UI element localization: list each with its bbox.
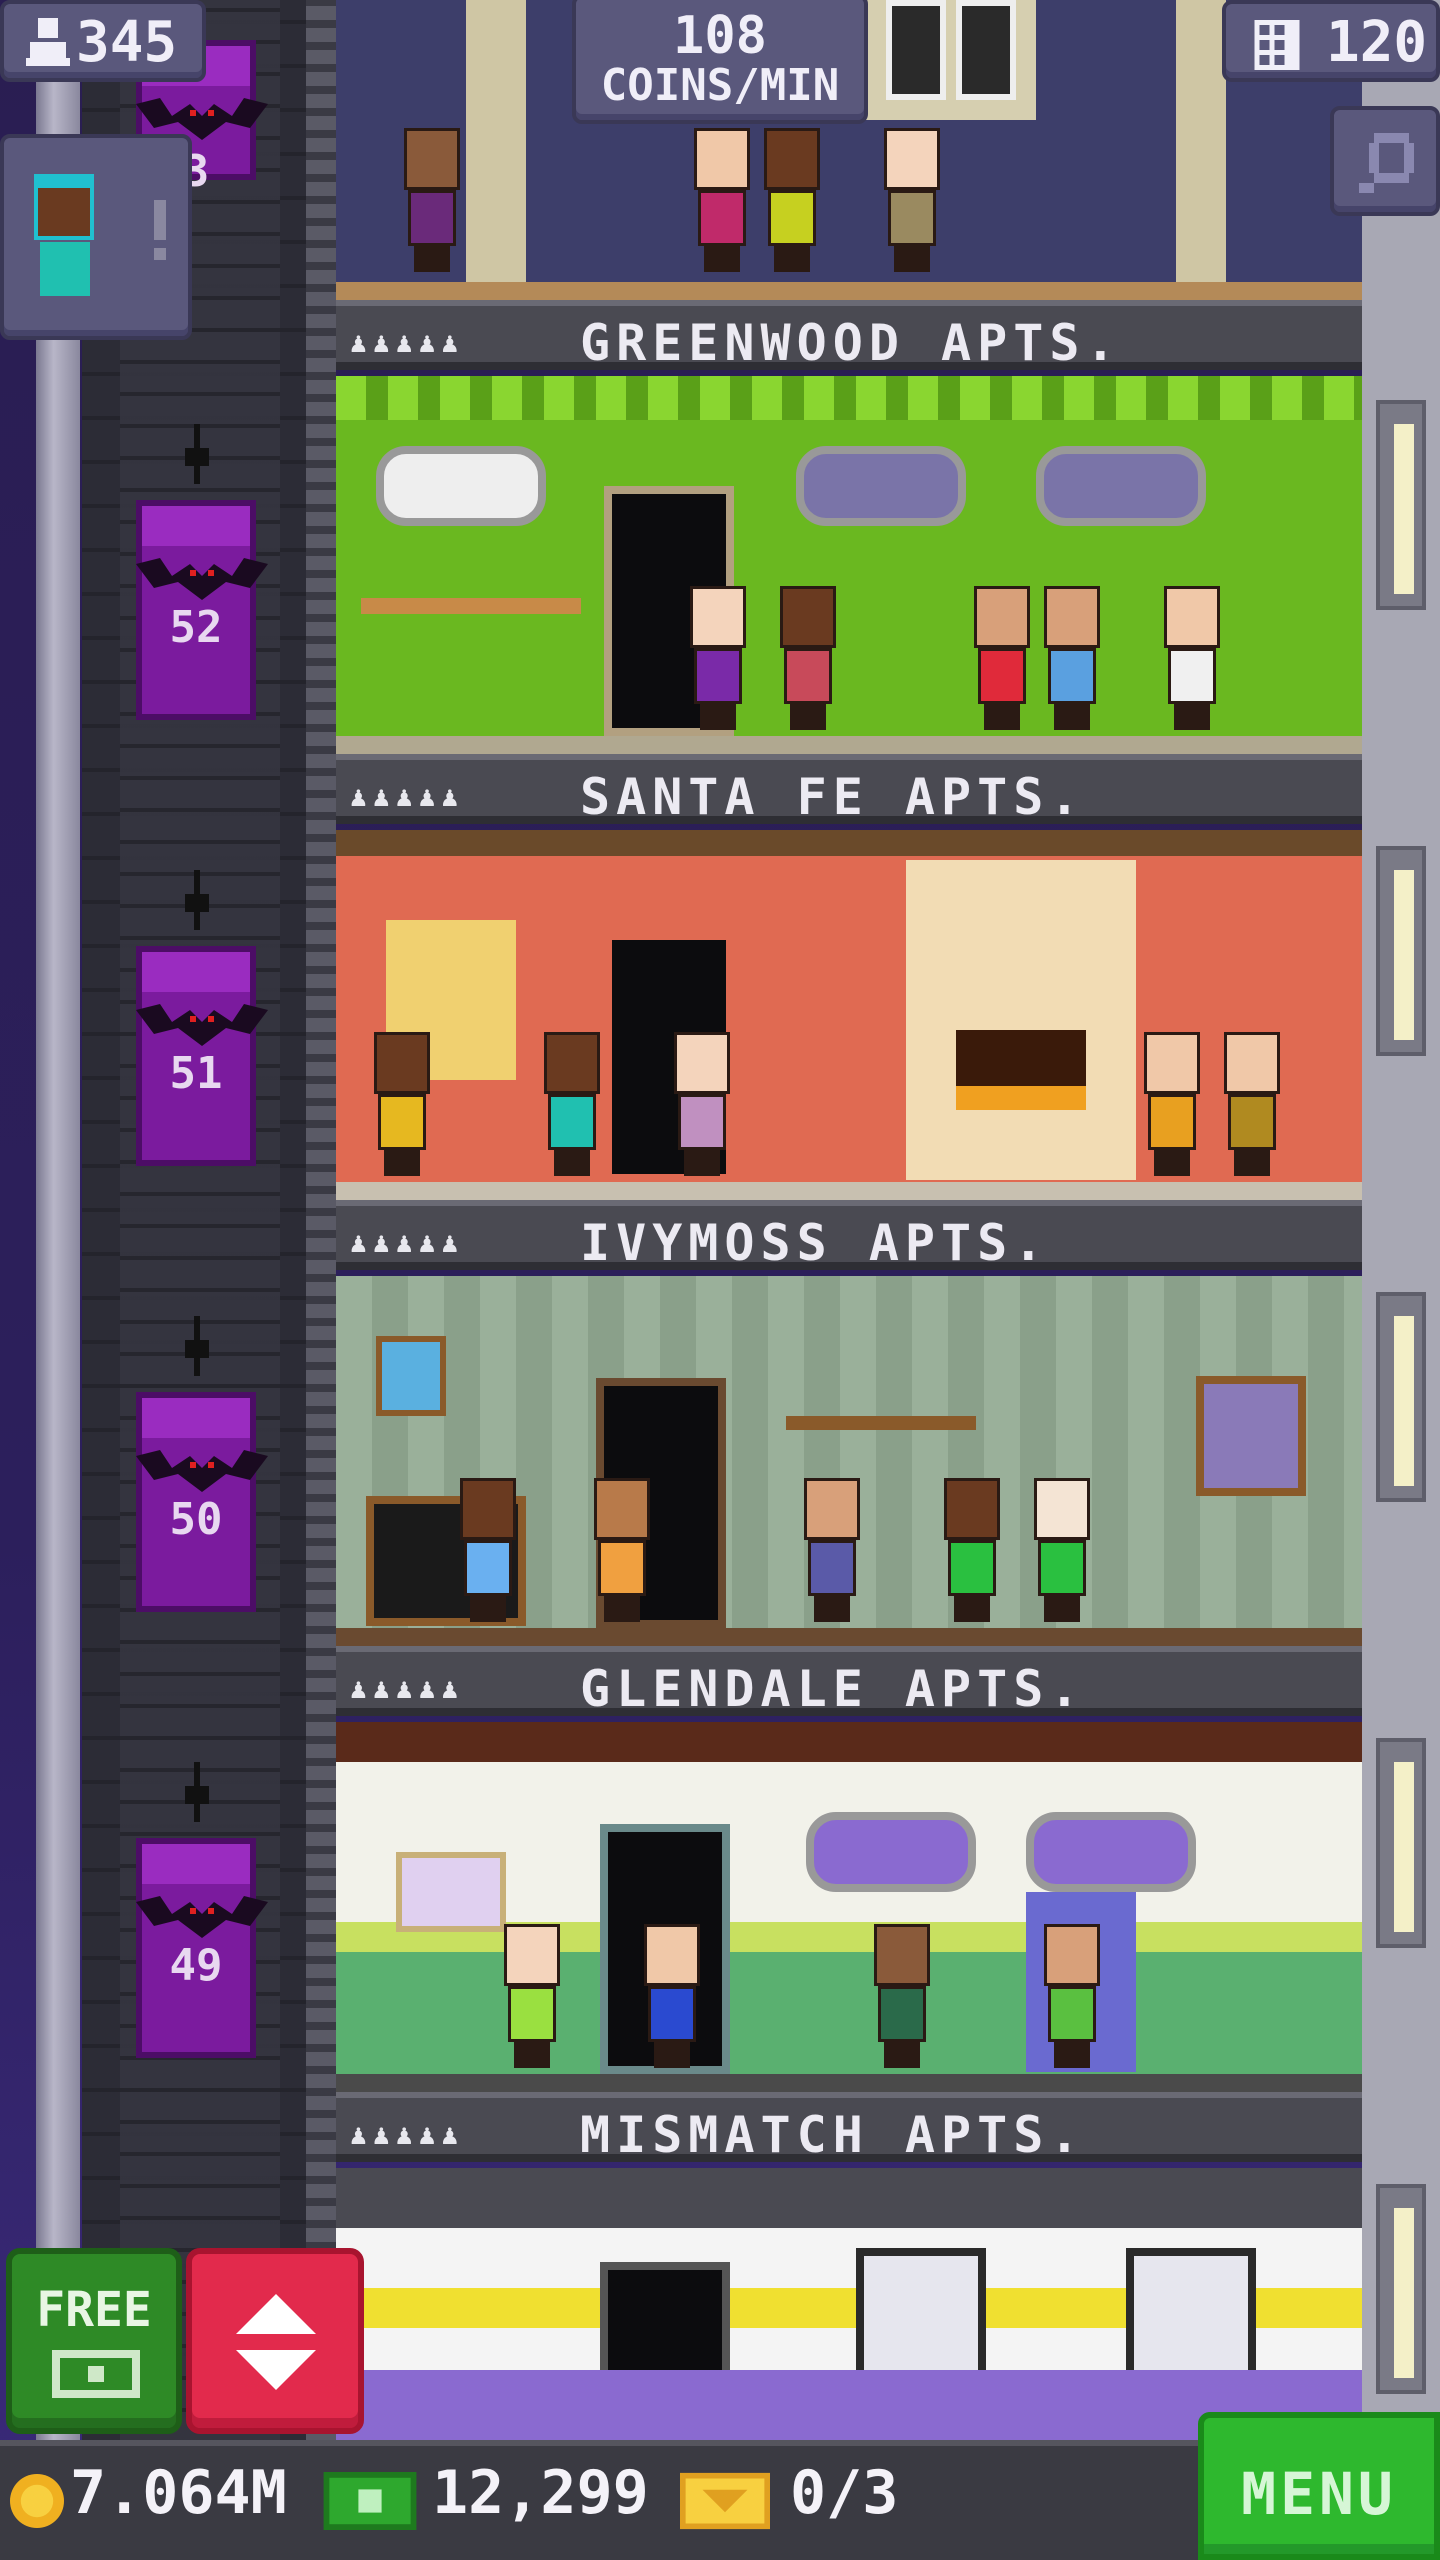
banknote-icon	[52, 2350, 140, 2398]
coins-rate-unit: COINS/MIN	[600, 60, 840, 111]
floor-room-ivymoss[interactable]	[336, 1276, 1362, 1646]
tower-bux-value: 12,299	[432, 2458, 649, 2528]
free-bux-button[interactable]: FREE	[6, 2248, 182, 2434]
search-button[interactable]	[1330, 106, 1440, 216]
floor-label[interactable]: ♟♟♟♟♟ GLENDALE APTS.	[336, 1646, 1362, 1718]
elevator-car[interactable]: 52	[136, 500, 268, 720]
floor-room-greenwood[interactable]	[336, 376, 1362, 754]
magnifier-icon	[1359, 133, 1414, 193]
floor-label[interactable]: ♟♟♟♟♟ MISMATCH APTS.	[336, 2092, 1362, 2164]
floor-label[interactable]: ♟♟♟♟♟ GREENWOOD APTS.	[336, 300, 1362, 372]
floor-name: GREENWOOD APTS.	[580, 314, 1122, 372]
floor-name: IVYMOSS APTS.	[580, 1214, 1050, 1272]
coins-value: 7.064M	[70, 2458, 287, 2528]
bitizen-avatar	[34, 174, 94, 240]
bitizen-alert-button[interactable]	[0, 134, 192, 340]
floor-counter[interactable]: 120	[1222, 0, 1440, 82]
person-icon	[26, 18, 70, 66]
building-grid-icon	[1254, 20, 1300, 70]
free-label: FREE	[36, 2282, 152, 2338]
bat-icon	[136, 558, 268, 600]
up-down-arrows-icon	[236, 2294, 316, 2390]
tower-left-pole	[36, 0, 80, 2440]
coins-rate-value: 108	[673, 6, 767, 66]
tower-right-wall	[1362, 0, 1440, 2440]
resident-slots: ♟♟♟♟♟	[350, 326, 465, 359]
elevator-floor-number: 49	[169, 1940, 223, 1991]
floor-count-value: 120	[1326, 10, 1428, 75]
floor-name: GLENDALE APTS.	[580, 1660, 1086, 1718]
resident-slots: ♟♟♟♟♟	[350, 1672, 465, 1705]
elevator-floor-number: 52	[169, 602, 223, 653]
elevator-car[interactable]: 49	[136, 1838, 268, 2058]
bat-icon	[136, 1896, 268, 1938]
spider-ornament-icon	[185, 1316, 209, 1376]
resident-slots: ♟♟♟♟♟	[350, 2118, 465, 2151]
elevator-floor-number: 51	[169, 1048, 223, 1099]
vip-tickets-value: 0/3	[790, 2458, 899, 2528]
coins-per-minute-panel: 108 COINS/MIN	[572, 0, 868, 124]
elevator-floor-number: 50	[169, 1494, 223, 1545]
menu-button[interactable]: MENU	[1198, 2412, 1440, 2560]
bat-icon	[136, 1450, 268, 1492]
floor-name: MISMATCH APTS.	[580, 2106, 1086, 2164]
floor-label[interactable]: ♟♟♟♟♟ IVYMOSS APTS.	[336, 1200, 1362, 1272]
population-value: 345	[76, 10, 178, 75]
floor-name: SANTA FE APTS.	[580, 768, 1086, 826]
alert-icon	[154, 200, 166, 240]
spider-ornament-icon	[185, 1762, 209, 1822]
floor-room-santa-fe[interactable]	[336, 830, 1362, 1200]
population-counter[interactable]: 345	[0, 0, 206, 82]
bat-icon	[136, 1004, 268, 1046]
resident-slots: ♟♟♟♟♟	[350, 780, 465, 813]
game-viewport[interactable]: 3 52 51 50 49 ♟♟♟♟♟ GREENWOOD APTS. ♟♟♟♟…	[0, 0, 1440, 2560]
menu-label: MENU	[1241, 2460, 1397, 2528]
floor-room-glendale[interactable]	[336, 1722, 1362, 2092]
floor-room-mismatch[interactable]	[336, 2168, 1362, 2440]
elevator-ride-button[interactable]	[186, 2248, 364, 2434]
spider-ornament-icon	[185, 870, 209, 930]
elevator-rail	[306, 0, 336, 2440]
resident-slots: ♟♟♟♟♟	[350, 1226, 465, 1259]
elevator-car[interactable]: 51	[136, 946, 268, 1166]
floor-label[interactable]: ♟♟♟♟♟ SANTA FE APTS.	[336, 754, 1362, 826]
elevator-car[interactable]: 50	[136, 1392, 268, 1612]
spider-ornament-icon	[185, 424, 209, 484]
